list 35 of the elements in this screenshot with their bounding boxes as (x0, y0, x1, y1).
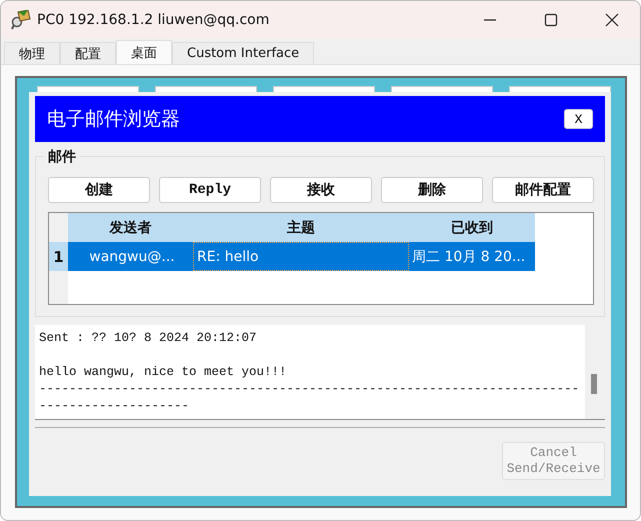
row-number: 1 (49, 242, 68, 271)
desktop-app-tile[interactable] (509, 86, 611, 92)
column-header[interactable]: 已收到 (409, 213, 535, 242)
mail-button[interactable]: 删除 (381, 177, 483, 203)
window-title: PC0 192.168.1.2 liuwen@qq.com (37, 12, 270, 28)
desktop-app-tile[interactable] (391, 86, 493, 92)
table-corner-cell (49, 213, 68, 242)
message-line: -------------------- (39, 398, 190, 415)
mail-button[interactable]: 接收 (270, 177, 372, 203)
column-header[interactable]: 发送者 (68, 213, 193, 242)
close-icon[interactable] (605, 13, 619, 27)
message-line: ------------------------------------------------------------------------ (39, 381, 580, 398)
table-cell[interactable]: wangwu@... (68, 242, 193, 271)
desktop-app-tile[interactable] (155, 86, 257, 92)
maximize-icon[interactable] (544, 13, 558, 27)
envelope-magnifier-icon (11, 10, 31, 30)
message-line: hello wangwu, nice to meet you!!! (39, 364, 288, 381)
message-line: Sent : ?? 10? 8 2024 20:12:07 (39, 330, 258, 347)
tab[interactable]: 配置 (60, 42, 116, 64)
tab[interactable]: 物理 (4, 42, 60, 64)
column-header[interactable]: 主题 (193, 213, 409, 242)
mail-button[interactable]: 创建 (48, 177, 150, 203)
table-cell[interactable]: 周二 10月 8 20... (409, 242, 535, 271)
group-label: 邮件 (44, 148, 80, 166)
close-button[interactable]: X (564, 109, 593, 129)
tab[interactable]: Custom Interface (172, 42, 314, 64)
mail-button[interactable]: 邮件配置 (492, 177, 594, 203)
desktop-app-tile[interactable] (273, 86, 375, 92)
row-header-strip (49, 271, 68, 304)
mail-button[interactable]: Reply (159, 177, 261, 203)
browser-title: 电子邮件浏览器 (47, 107, 180, 132)
scrollbar-thumb[interactable] (591, 374, 597, 394)
desktop-app-tile[interactable] (37, 86, 139, 92)
table-cell[interactable]: RE: hello (193, 242, 409, 271)
tab[interactable]: 桌面 (116, 40, 172, 64)
